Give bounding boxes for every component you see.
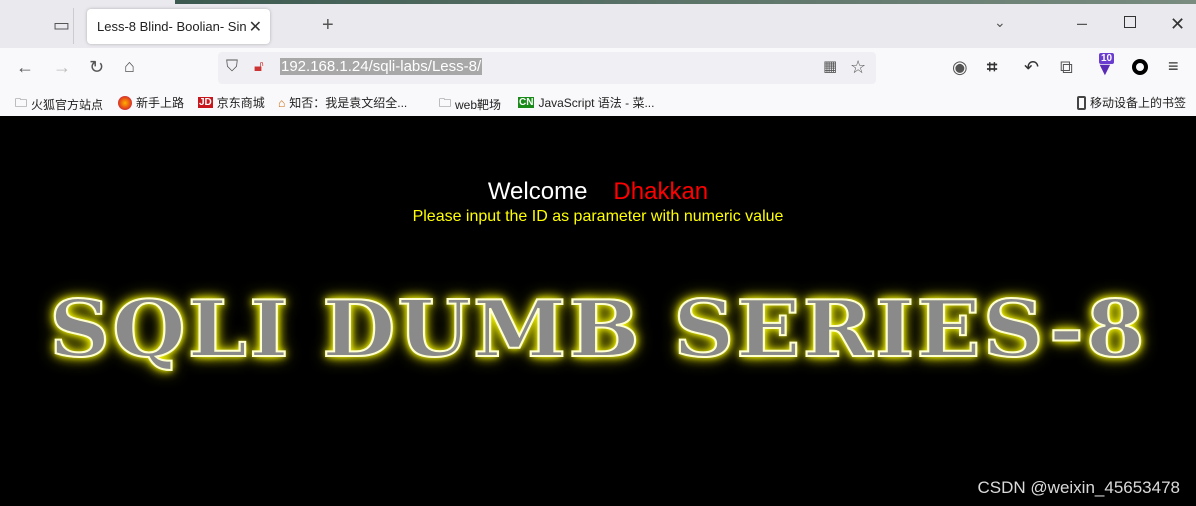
back-icon[interactable]: ←	[16, 58, 34, 76]
bookmark-label: JavaScript 语法 - 菜...	[538, 96, 655, 110]
user-name: Dhakkan	[613, 178, 709, 205]
new-tab-icon[interactable]: +	[322, 15, 334, 35]
menu-icon[interactable]: ≡	[1168, 57, 1179, 75]
url-bar[interactable]: ⛉ 🔓︎ 192.168.1.24/sqli-labs/Less-8/ ▦ ☆	[218, 52, 876, 84]
nav-toolbar: ← → ↻ ⌂ ⛉ 🔓︎ 192.168.1.24/sqli-labs/Less…	[0, 48, 1196, 88]
chevron-down-icon[interactable]: ⌄	[994, 15, 1006, 29]
divider	[73, 8, 74, 44]
shield-icon[interactable]: ⛉	[226, 59, 238, 75]
bookmarks-bar: 🗀︎ 火狐官方站点 新手上路 JD 京东商城 ⌂ 知否：我是袁文绍全... 🗀︎ web…	[0, 88, 1196, 116]
account-icon[interactable]: ◉	[952, 58, 968, 76]
close-tab-icon[interactable]: ✕	[249, 17, 262, 37]
watermark: CSDN @weixin_45653478	[977, 478, 1180, 497]
bookmark-label: 火狐官方站点	[31, 98, 104, 112]
maximize-icon[interactable]	[1124, 16, 1136, 28]
mobile-bookmarks[interactable]: 移动设备上的书签	[1077, 94, 1186, 111]
circle-extension-icon[interactable]	[1132, 59, 1148, 75]
bookmark-item[interactable]: CN JavaScript 语法 - 菜...	[518, 94, 654, 111]
page-content: Welcome Dhakkan Please input the ID as pa…	[0, 116, 1196, 506]
house-icon: ⌂	[278, 95, 286, 110]
bookmark-item[interactable]: JD 京东商城	[198, 94, 265, 111]
tab-strip: ▭ Less-8 Blind- Boolian- Single Qu ✕ + ⌄…	[0, 0, 1196, 48]
bookmark-star-icon[interactable]: ☆	[850, 58, 866, 76]
url-input[interactable]: 192.168.1.24/sqli-labs/Less-8/	[280, 58, 483, 75]
bookmark-item[interactable]: 🗀︎ web靶场	[439, 94, 501, 115]
welcome-text: Welcome	[487, 178, 588, 205]
jd-icon: JD	[198, 97, 213, 108]
folder-icon: 🗀︎	[439, 96, 452, 110]
bookmark-item[interactable]: 新手上路	[118, 94, 184, 111]
cn-icon: CN	[518, 97, 535, 108]
window-background	[175, 0, 1196, 4]
bookmark-item[interactable]: 🗀︎ 火狐官方站点	[15, 94, 103, 115]
tab-title: Less-8 Blind- Boolian- Single Qu	[97, 19, 247, 34]
bookmark-label: 京东商城	[216, 96, 265, 110]
bookmark-label: 新手上路	[136, 96, 185, 110]
crop-icon[interactable]: ⌗	[987, 58, 997, 76]
extensions-icon[interactable]: ⧉	[1060, 58, 1073, 76]
qr-code-icon[interactable]: ▦	[823, 59, 837, 74]
bookmark-label: web靶场	[455, 98, 502, 112]
forward-icon[interactable]: →	[53, 58, 71, 76]
insecure-lock-icon[interactable]: 🔓︎	[254, 59, 264, 74]
firefox-icon	[118, 95, 132, 110]
tab-active[interactable]: Less-8 Blind- Boolian- Single Qu ✕	[87, 9, 270, 44]
bookmark-label: 移动设备上的书签	[1090, 96, 1187, 110]
close-window-icon[interactable]: ✕	[1170, 15, 1185, 33]
reload-icon[interactable]: ↻	[89, 58, 104, 76]
bookmark-item[interactable]: ⌂ 知否：我是袁文绍全...	[278, 94, 407, 111]
minimize-icon[interactable]: –	[1077, 14, 1087, 32]
home-icon[interactable]: ⌂	[124, 57, 135, 75]
welcome-line: Welcome Dhakkan	[0, 178, 1196, 206]
series-banner-logo: SQLI DUMB SERIES-8	[48, 283, 1147, 376]
folder-icon: 🗀︎	[15, 96, 28, 110]
tab-overview-icon[interactable]: ▭	[53, 16, 70, 34]
bookmark-label: 知否：我是袁文绍全...	[289, 96, 408, 110]
undo-icon[interactable]: ↶	[1024, 58, 1039, 76]
instruction-text: Please input the ID as parameter with nu…	[412, 208, 784, 225]
extension-badge: 10	[1099, 53, 1115, 64]
mobile-device-icon	[1077, 95, 1086, 110]
